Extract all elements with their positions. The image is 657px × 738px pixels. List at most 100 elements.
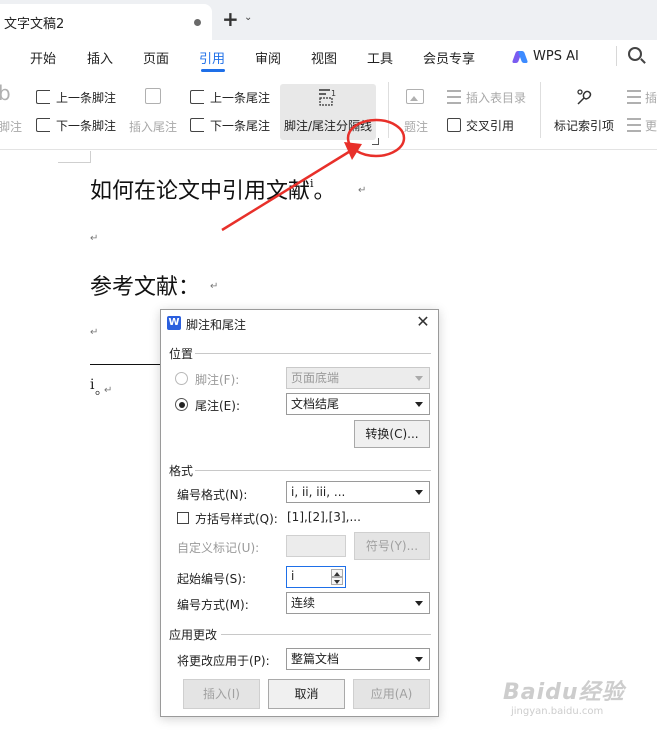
endnote-reference-mark: i <box>310 177 314 190</box>
wps-ai-button[interactable]: WPS AI <box>514 46 579 66</box>
menu-bar: 开始 插入 页面 引用 审阅 视图 工具 会员专享 WPS AI <box>0 40 657 72</box>
stepper-down-icon[interactable] <box>331 577 343 585</box>
heading-text: 如何在论文中引用文献 <box>90 179 311 204</box>
menu-review[interactable]: 审阅 <box>255 48 281 67</box>
insert-button[interactable]: 插入(I) <box>183 679 260 709</box>
group-divider <box>195 353 431 354</box>
apply-to-select[interactable]: 整篇文档 <box>286 648 430 670</box>
partial-right-bottom-button[interactable]: 更 <box>645 117 657 134</box>
insert-toc-table-button[interactable]: 插入表目录 <box>466 89 526 106</box>
caption-icon <box>406 89 424 104</box>
group-divider <box>221 634 431 635</box>
svg-text:1: 1 <box>331 89 336 98</box>
insert-footnote-partial-icon[interactable]: b <box>0 81 11 105</box>
mark-index-icon <box>574 86 596 108</box>
format-group-label: 格式 <box>169 464 194 478</box>
heading-period: 。 <box>313 179 336 204</box>
bracket-style-example: [1],[2],[3],... <box>287 510 361 524</box>
start-at-label: 起始编号(S): <box>177 572 247 586</box>
search-icon[interactable] <box>628 47 642 61</box>
watermark-main: Baidu经验 <box>503 680 625 705</box>
endnote-label: 尾注(E): <box>195 399 240 413</box>
footnote-separator-label: 脚注/尾注分隔线 <box>284 119 373 133</box>
wps-ai-logo-icon <box>514 50 527 63</box>
menu-references[interactable]: 引用 <box>199 48 225 67</box>
insert-footnote-partial-label[interactable]: 脚注 <box>0 118 22 135</box>
chevron-down-icon <box>415 601 423 606</box>
menu-tools[interactable]: 工具 <box>367 48 393 67</box>
custom-mark-input[interactable] <box>286 535 346 557</box>
tab-list-chevron-icon[interactable]: ⌄ <box>244 12 252 23</box>
convert-button[interactable]: 转换(C)... <box>354 420 430 448</box>
page-margin-corner <box>58 151 91 163</box>
prev-endnote-icon <box>190 90 204 104</box>
menu-member[interactable]: 会员专享 <box>423 48 475 67</box>
prev-footnote-button[interactable]: 上一条脚注 <box>56 89 116 106</box>
document-tab[interactable]: 文字文稿2 <box>0 4 212 40</box>
partial-right-bottom-icon <box>627 118 641 132</box>
mark-index-button[interactable]: 标记索引项 <box>554 117 614 134</box>
apply-to-label: 将更改应用于(P): <box>177 654 270 668</box>
numbering-value: 连续 <box>291 596 316 610</box>
chevron-down-icon <box>415 402 423 407</box>
apply-group-label: 应用更改 <box>169 628 218 642</box>
start-at-stepper[interactable]: i <box>286 566 346 588</box>
document-tab-title: 文字文稿2 <box>4 17 65 32</box>
watermark-sub: jingyan.baidu.com <box>511 706 604 717</box>
menu-page[interactable]: 页面 <box>143 48 169 67</box>
prev-endnote-button[interactable]: 上一条尾注 <box>210 89 270 106</box>
new-tab-button[interactable]: + <box>222 8 239 30</box>
stepper-up-icon[interactable] <box>331 569 343 577</box>
menu-home[interactable]: 开始 <box>30 48 56 67</box>
unsaved-dot-icon[interactable] <box>194 19 201 26</box>
references-heading[interactable]: 参考文献： <box>90 269 200 301</box>
bracket-style-checkbox[interactable] <box>177 512 189 524</box>
footnote-endnote-dialog: W 脚注和尾注 ✕ 位置 脚注(F): 页面底端 尾注(E): 文档结尾 转换(… <box>160 309 439 717</box>
dialog-title-bar[interactable]: W 脚注和尾注 ✕ <box>161 310 438 338</box>
number-format-select[interactable]: i, ii, iii, ... <box>286 481 430 503</box>
wps-ai-label: WPS AI <box>533 48 579 64</box>
insert-endnote-icon <box>145 88 161 104</box>
next-footnote-button[interactable]: 下一条脚注 <box>56 117 116 134</box>
prev-footnote-icon <box>36 90 50 104</box>
apply-button[interactable]: 应用(A) <box>353 679 430 709</box>
ribbon-divider <box>388 82 389 138</box>
close-icon[interactable]: ✕ <box>414 313 432 331</box>
number-format-label: 编号格式(N): <box>177 488 248 502</box>
footnote-radio[interactable] <box>175 372 188 385</box>
endnote-radio[interactable] <box>175 398 188 411</box>
paragraph-mark: ↵ <box>104 385 113 396</box>
insert-endnote-button[interactable]: 插入尾注 <box>129 118 177 135</box>
references-ribbon: b 脚注 上一条脚注 下一条脚注 插入尾注 上一条尾注 下一条尾注 1 脚注/尾… <box>0 72 657 150</box>
menu-divider <box>616 46 617 66</box>
endnote-position-select[interactable]: 文档结尾 <box>286 393 430 415</box>
bracket-style-label: 方括号样式(Q): <box>195 512 278 526</box>
custom-mark-label: 自定义标记(U): <box>177 541 260 555</box>
caption-button[interactable]: 题注 <box>404 118 428 135</box>
endnote-number[interactable]: i <box>90 377 94 393</box>
cross-reference-button[interactable]: 交叉引用 <box>466 117 514 134</box>
cancel-button[interactable]: 取消 <box>268 679 345 709</box>
numbering-label: 编号方式(M): <box>177 598 249 612</box>
dialog-launcher-icon[interactable] <box>372 138 379 145</box>
endnote-position-value: 文档结尾 <box>291 397 340 411</box>
chevron-down-icon <box>415 376 423 381</box>
document-heading[interactable]: 如何在论文中引用文献i。 <box>90 173 336 205</box>
next-endnote-button[interactable]: 下一条尾注 <box>210 117 270 134</box>
insert-toc-table-icon <box>447 90 461 104</box>
footnote-label: 脚注(F): <box>195 373 240 387</box>
footnote-position-select[interactable]: 页面底端 <box>286 367 430 389</box>
menu-insert[interactable]: 插入 <box>87 48 113 67</box>
next-footnote-icon <box>36 118 50 132</box>
start-at-value: i <box>291 569 295 583</box>
group-divider <box>195 470 431 471</box>
partial-right-top-icon <box>627 90 641 104</box>
numbering-select[interactable]: 连续 <box>286 592 430 614</box>
number-format-value: i, ii, iii, ... <box>291 485 346 499</box>
partial-right-top-button[interactable]: 插 <box>645 89 657 106</box>
cross-reference-icon <box>447 118 461 132</box>
paragraph-mark: ↵ <box>358 185 367 196</box>
symbol-button[interactable]: 符号(Y)... <box>354 532 430 560</box>
paragraph-mark: ↵ <box>90 327 99 338</box>
menu-view[interactable]: 视图 <box>311 48 337 67</box>
